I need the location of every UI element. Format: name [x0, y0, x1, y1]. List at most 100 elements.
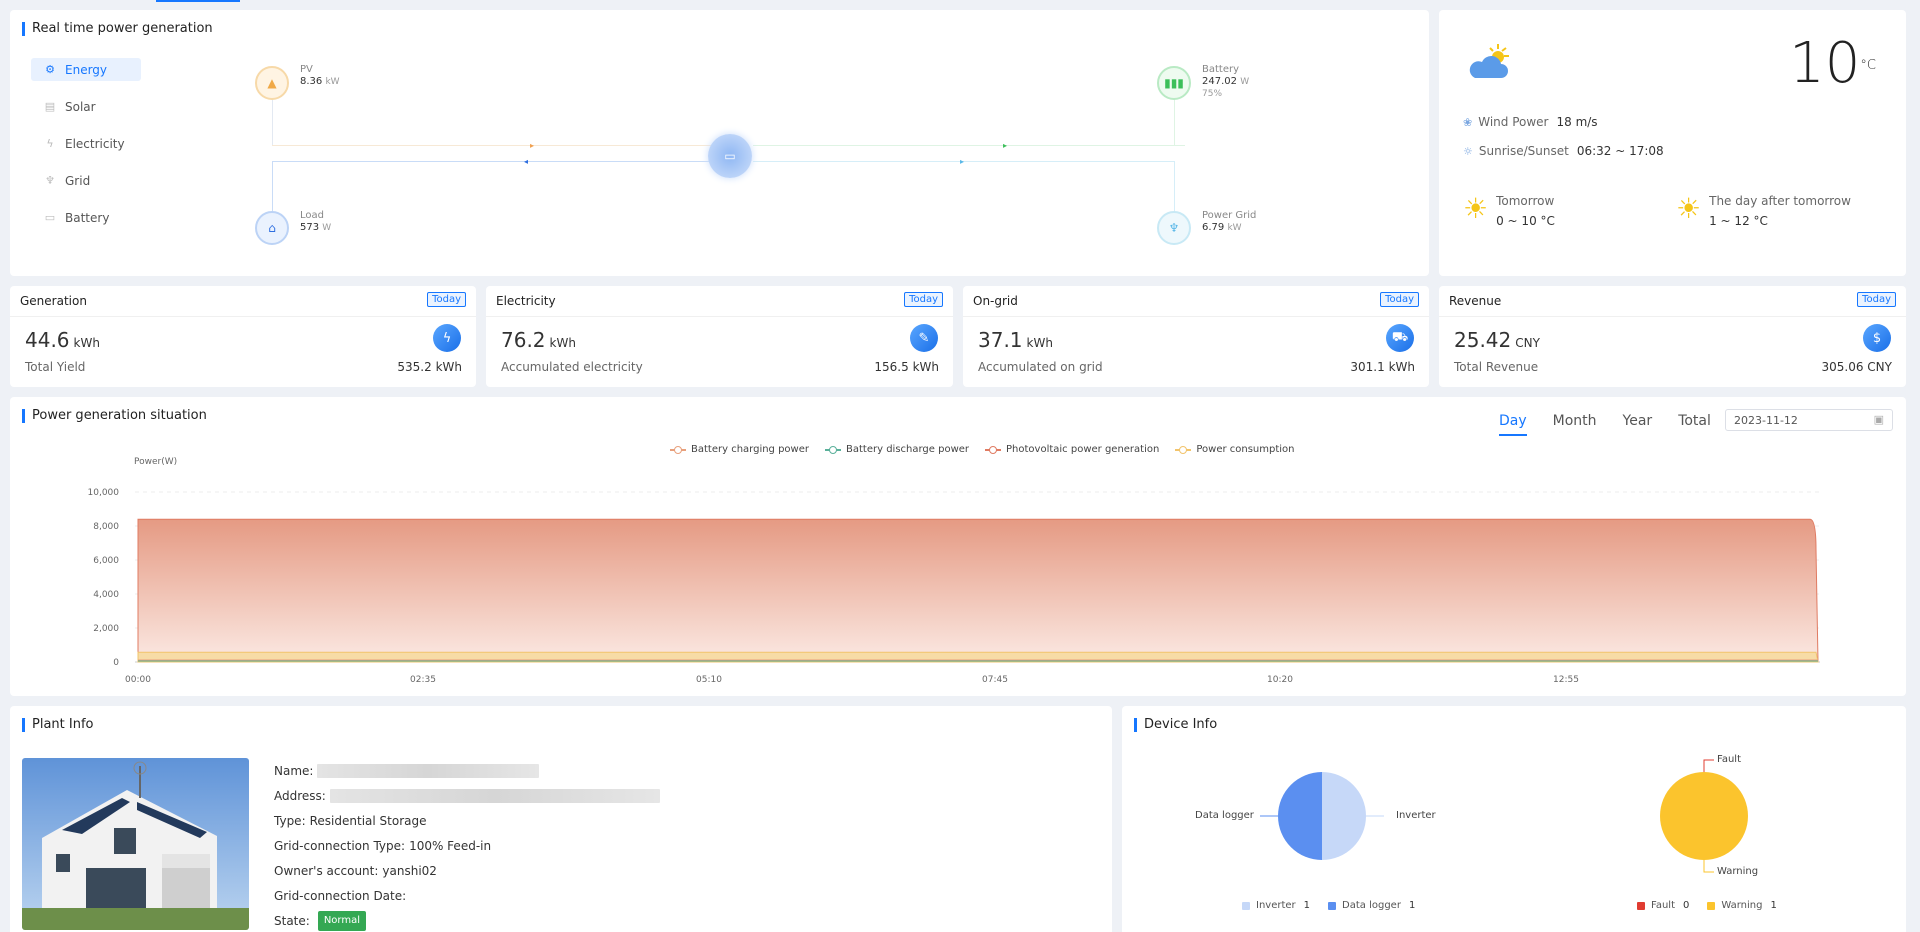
pv-name: PV [300, 64, 313, 75]
menu-item-label: Energy [65, 62, 108, 77]
menu-item-electricity[interactable]: ϟ Electricity [31, 132, 141, 155]
y-tick-label: 0 [113, 658, 119, 668]
plant-address-key: Address: [274, 788, 326, 803]
legend-label: Fault [1651, 900, 1675, 911]
pie-slice-data-logger[interactable] [1278, 772, 1322, 860]
leader-line [1703, 860, 1714, 873]
sun-value: 06:32 ~ 17:08 [1576, 144, 1664, 158]
forecast-label: Tomorrow [1496, 194, 1555, 208]
x-tick-label: 00:00 [125, 675, 151, 685]
weather-panel: 10°C ❀ Wind Power 18 m/s ☼ Sunrise/Sunset 06… [1439, 10, 1906, 276]
flow-line-load-h [272, 161, 712, 162]
lightning-icon: ϟ [433, 324, 461, 352]
legend-swatch [1707, 901, 1716, 910]
money-bag-icon: $ [1863, 324, 1891, 352]
stat-label: Total Revenue [1454, 360, 1539, 374]
menu-item-energy[interactable]: ⚙ Energy [31, 58, 141, 81]
stat-number: 44.6 [25, 328, 70, 352]
pie-slice-inverter[interactable] [1322, 772, 1366, 860]
stat-unit: kWh [549, 336, 576, 350]
battery-value: 247.02 [1202, 76, 1237, 87]
load-name: Load [300, 210, 324, 221]
power-area-chart: Power(W) 10,000 8,000 6,000 4,000 2,000 0 00:00… [88, 457, 1820, 685]
forecast-tomorrow: ☀ Tomorrow 0 ~ 10 °C [1463, 194, 1555, 229]
plug-icon: ✎ [910, 324, 938, 352]
x-tick-label: 07:45 [982, 675, 1008, 685]
flow-arrow-icon: ◂ [524, 157, 529, 166]
x-tick-label: 12:55 [1553, 675, 1579, 685]
load-node-icon: ⌂ [255, 211, 289, 245]
flow-arrow-icon: ▸ [1003, 141, 1008, 150]
flow-line-load [272, 161, 273, 213]
sunrise-row: ☼ Sunrise/Sunset 06:32 ~ 17:08 [1463, 144, 1664, 158]
plant-name-row: Name: [274, 758, 660, 783]
grid-icon: ♆ [45, 174, 55, 187]
today-tag[interactable]: Today [904, 292, 943, 307]
legend-count: 1 [1408, 900, 1416, 911]
legend-label: Inverter [1256, 900, 1296, 911]
stat-total: 305.06 CNY [1821, 360, 1893, 374]
x-tick-label: 05:10 [696, 675, 722, 685]
plant-details: Name: Address: Type: Residential Storage … [274, 758, 660, 932]
flow-line-grid [1174, 161, 1175, 213]
stat-total: 301.1 kWh [1350, 360, 1415, 374]
status-badge: Normal [317, 910, 366, 931]
pie-slice-warning[interactable] [1660, 772, 1748, 860]
today-tag[interactable]: Today [427, 292, 466, 307]
device-legend: Inverter 1 Data logger 1 [1242, 900, 1433, 911]
energy-icon: ⚙ [45, 63, 55, 76]
stat-title: Generation [20, 294, 87, 308]
y-axis-title: Power(W) [134, 457, 177, 467]
cart-icon: ⛟ [1386, 324, 1414, 352]
battery-name: Battery [1202, 64, 1240, 75]
today-tag[interactable]: Today [1857, 292, 1896, 307]
y-tick-label: 8,000 [93, 522, 119, 532]
pv-unit: kW [325, 77, 340, 87]
menu-item-battery[interactable]: ▭ Battery [31, 206, 141, 229]
temp-unit: °C [1860, 58, 1876, 73]
sun-icon: ☀ [1676, 192, 1702, 225]
power-generation-panel: Power generation situation Day Month Yea… [10, 397, 1906, 696]
stat-title: On-grid [973, 294, 1018, 308]
forecast-range: 1 ~ 12 °C [1709, 214, 1768, 228]
plant-type-key: Type: [274, 813, 306, 828]
stat-value: 76.2 kWh [501, 328, 576, 352]
plant-photo [22, 758, 249, 930]
stat-value: 44.6 kWh [25, 328, 100, 352]
flow-line-pv-h [272, 145, 712, 146]
plant-gct-key: Grid-connection Type: [274, 838, 406, 853]
menu-item-label: Battery [65, 210, 110, 225]
menu-item-solar[interactable]: ▤ Solar [31, 95, 141, 118]
stat-number: 37.1 [978, 328, 1023, 352]
menu-item-grid[interactable]: ♆ Grid [31, 169, 141, 192]
y-tick-label: 4,000 [93, 590, 119, 600]
y-tick-label: 10,000 [88, 488, 120, 498]
load-unit: W [322, 223, 332, 233]
legend-swatch [1242, 901, 1250, 910]
sun-label: Sunrise/Sunset [1478, 144, 1569, 158]
stat-unit: kWh [73, 336, 100, 350]
wind-row: ❀ Wind Power 18 m/s [1463, 115, 1598, 129]
stat-card-revenue: Revenue Today 25.42 CNY $ Total Revenue 3… [1439, 286, 1906, 387]
stat-value: 25.42 CNY [1454, 328, 1540, 352]
legend-label: Warning [1721, 900, 1763, 911]
flow-line-battery-h [753, 145, 1185, 146]
stat-label: Accumulated electricity [501, 360, 643, 374]
active-top-tab-indicator [156, 0, 240, 2]
stat-total: 156.5 kWh [874, 360, 939, 374]
y-tick-label: 2,000 [93, 624, 119, 634]
legend-count: 0 [1683, 900, 1690, 911]
legend-count: 1 [1770, 900, 1777, 911]
wind-label: Wind Power [1478, 115, 1549, 129]
pie-label-inverter: Inverter [1396, 810, 1436, 821]
plant-gcd-row: Grid-connection Date: [274, 883, 660, 908]
today-tag[interactable]: Today [1380, 292, 1419, 307]
stat-number: 76.2 [501, 328, 546, 352]
plant-type-row: Type: Residential Storage [274, 808, 660, 833]
solar-icon: ▤ [44, 100, 56, 113]
plant-gct-value: 100% Feed-in [409, 838, 492, 853]
plant-state-key: State: [274, 913, 310, 928]
plant-title: Plant Info [22, 718, 94, 732]
realtime-title: Real time power generation [22, 22, 213, 36]
realtime-power-panel: Real time power generation ⚙ Energy ▤ Sola… [10, 10, 1429, 276]
